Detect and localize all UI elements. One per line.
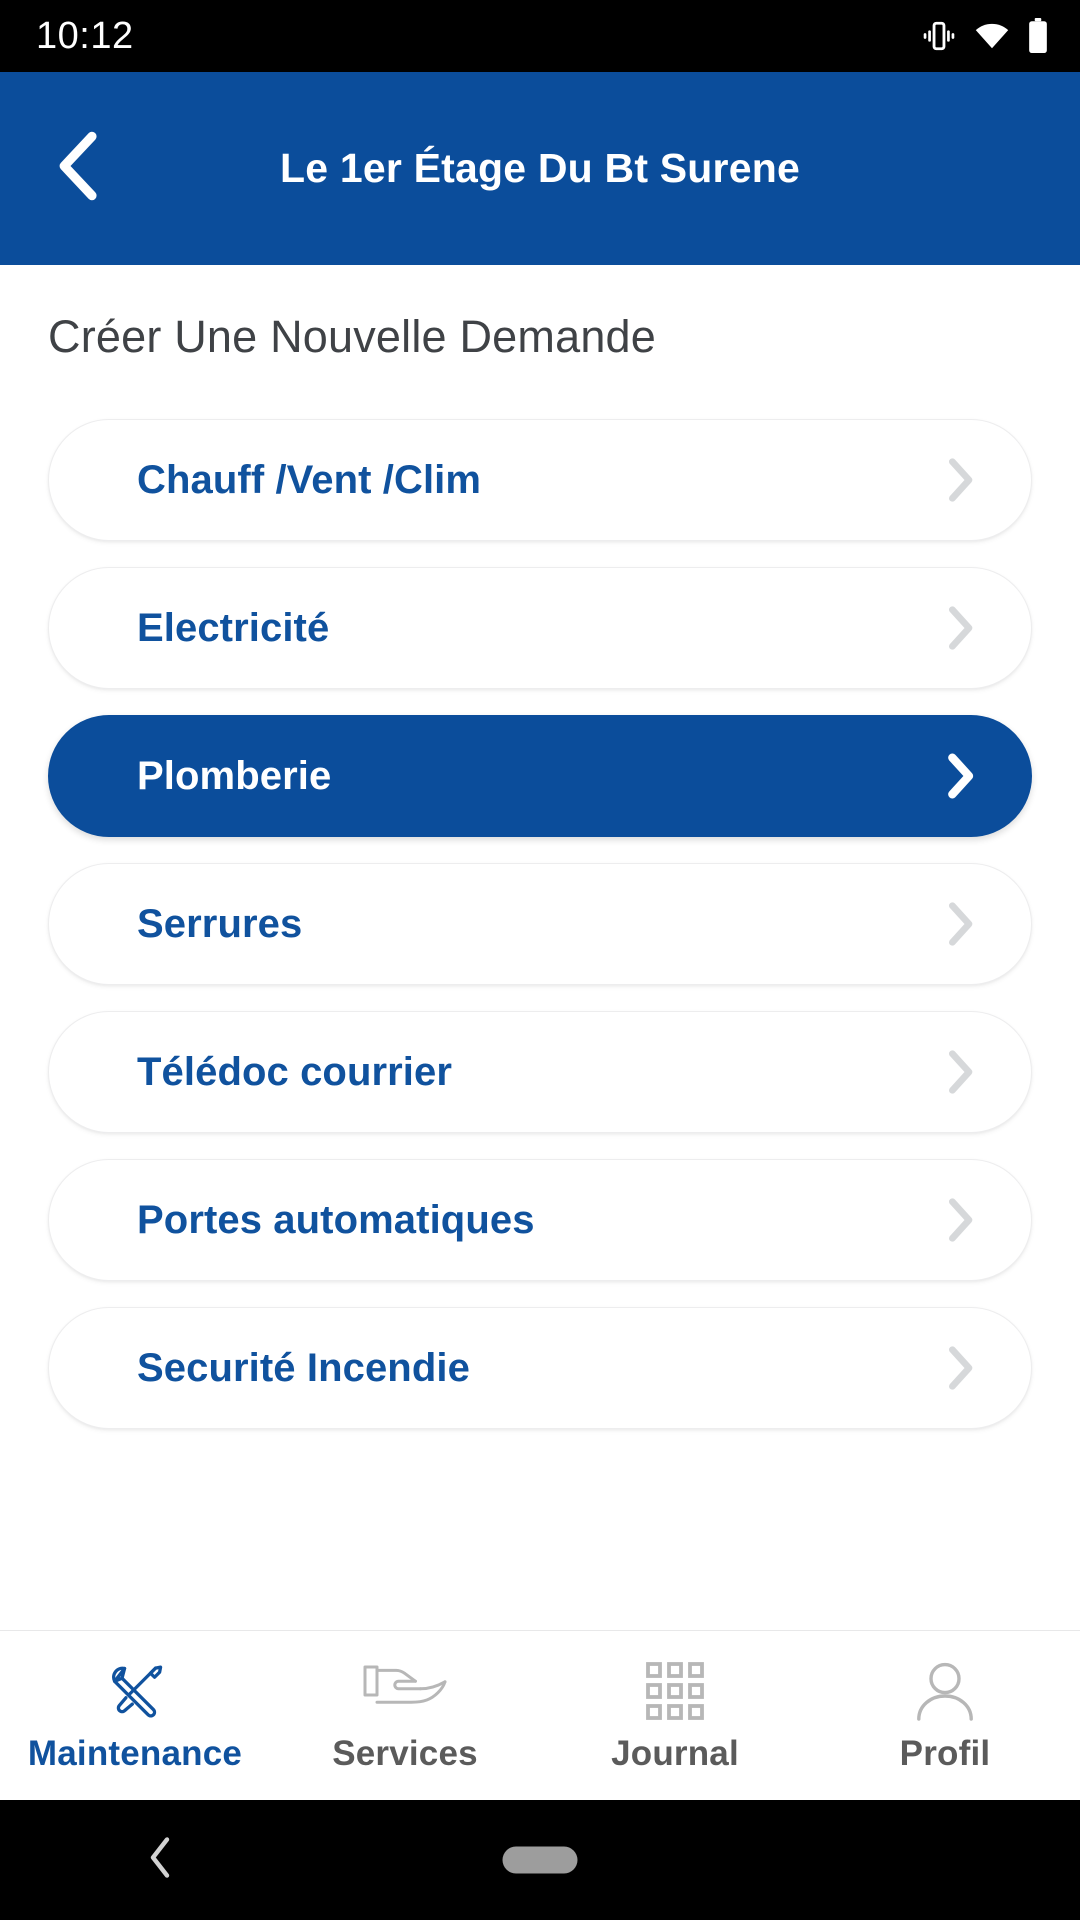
- status-bar-icons: [922, 18, 1048, 54]
- list-item[interactable]: Electricité: [48, 567, 1032, 689]
- list-item-selected[interactable]: Plomberie: [48, 715, 1032, 837]
- list-item-label: Serrures: [137, 901, 303, 946]
- back-button[interactable]: [34, 124, 124, 214]
- chevron-right-icon: [931, 899, 987, 949]
- list-item-label: Télédoc courrier: [137, 1049, 453, 1094]
- vibrate-icon: [922, 19, 956, 53]
- tab-journal[interactable]: Journal: [540, 1631, 810, 1800]
- chevron-right-icon: [931, 603, 987, 653]
- list-item-label: Plomberie: [137, 753, 332, 798]
- app-header: Le 1er Étage Du Bt Surene: [0, 72, 1080, 265]
- page-header-title: Le 1er Étage Du Bt Surene: [280, 145, 800, 191]
- home-gesture-pill[interactable]: [502, 1846, 578, 1874]
- tab-label: Journal: [611, 1733, 739, 1773]
- bottom-tab-bar: Maintenance Services Journal Profil: [0, 1630, 1080, 1800]
- phone-screen: 10:12 Le 1er Étage Du Bt Surene Créer Un…: [0, 0, 1080, 1920]
- tab-label: Maintenance: [27, 1733, 243, 1773]
- list-item-label: Chauff /Vent /Clim: [137, 457, 482, 502]
- chevron-left-icon: [51, 129, 107, 208]
- hand-icon: [362, 1658, 448, 1724]
- tab-maintenance[interactable]: Maintenance: [0, 1631, 270, 1800]
- chevron-right-icon: [931, 1195, 987, 1245]
- list-item-label: Portes automatiques: [137, 1197, 535, 1242]
- wifi-icon: [974, 22, 1010, 50]
- grid-icon: [644, 1658, 706, 1724]
- list-item[interactable]: Chauff /Vent /Clim: [48, 419, 1032, 541]
- list-item[interactable]: Serrures: [48, 863, 1032, 985]
- list-item[interactable]: Télédoc courrier: [48, 1011, 1032, 1133]
- battery-icon: [1028, 18, 1048, 54]
- chevron-right-icon: [931, 455, 987, 505]
- chevron-right-icon: [931, 1047, 987, 1097]
- tab-profil[interactable]: Profil: [810, 1631, 1080, 1800]
- request-category-list: Chauff /Vent /Clim Electricité Plomberie: [48, 419, 1032, 1429]
- list-item-label: Securité Incendie: [137, 1345, 470, 1390]
- android-back-icon[interactable]: [145, 1834, 175, 1887]
- list-item[interactable]: Portes automatiques: [48, 1159, 1032, 1281]
- tab-services[interactable]: Services: [270, 1631, 540, 1800]
- person-icon: [914, 1658, 976, 1724]
- status-bar-clock: 10:12: [36, 14, 134, 57]
- list-item-label: Electricité: [137, 605, 330, 650]
- list-item[interactable]: Securité Incendie: [48, 1307, 1032, 1429]
- status-bar: 10:12: [0, 0, 1080, 72]
- tab-label: Profil: [899, 1733, 991, 1773]
- page-title: Créer Une Nouvelle Demande: [48, 311, 656, 362]
- chevron-right-icon: [931, 751, 987, 801]
- chevron-right-icon: [931, 1343, 987, 1393]
- android-navigation-bar: [0, 1800, 1080, 1920]
- main-content: Créer Une Nouvelle Demande Chauff /Vent …: [0, 265, 1080, 1630]
- tab-label: Services: [332, 1733, 478, 1773]
- tools-icon: [103, 1658, 167, 1724]
